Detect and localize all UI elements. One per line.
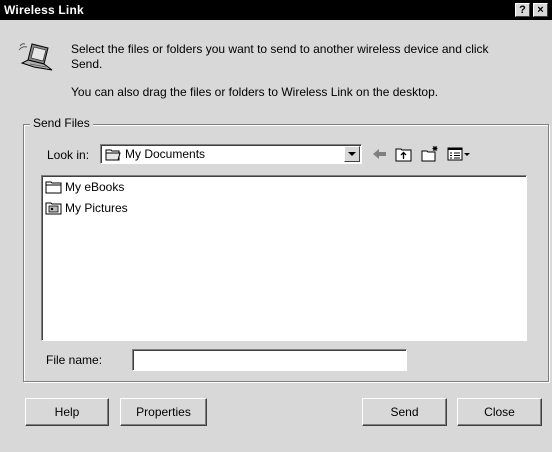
help-title-button[interactable]: ? — [515, 3, 530, 17]
title-bar[interactable]: Wireless Link ? × — [0, 0, 552, 20]
look-in-label: Look in: — [47, 148, 90, 162]
documents-folder-icon — [105, 149, 121, 161]
intro-line-3: You can also drag the files or folders t… — [71, 85, 439, 99]
close-title-button[interactable]: × — [533, 3, 548, 17]
pictures-folder-icon — [45, 202, 62, 215]
file-list[interactable]: My eBooks My Pictures — [41, 175, 527, 341]
send-button[interactable]: Send — [362, 398, 447, 426]
help-button[interactable]: Help — [25, 398, 109, 426]
look-in-value: My Documents — [125, 147, 206, 161]
send-files-group-label: Send Files — [30, 116, 93, 130]
list-item-label: My eBooks — [65, 180, 125, 194]
intro-line-2: Send. — [71, 57, 103, 71]
file-name-label: File name: — [46, 353, 103, 367]
up-folder-icon[interactable] — [394, 145, 414, 163]
list-item-label: My Pictures — [65, 201, 128, 215]
file-name-field[interactable] — [132, 349, 407, 371]
properties-button[interactable]: Properties — [120, 398, 207, 426]
back-arrow-icon[interactable] — [370, 145, 390, 163]
view-menu-icon[interactable] — [446, 145, 472, 163]
wireless-link-dialog: Wireless Link ? × Select the files or fo… — [0, 0, 552, 452]
close-button[interactable]: Close — [457, 398, 542, 426]
look-in-dropdown[interactable]: My Documents — [100, 144, 362, 164]
window-title: Wireless Link — [4, 3, 84, 17]
list-item[interactable]: My Pictures — [45, 200, 128, 216]
intro-line-1: Select the files or folders you want to … — [71, 42, 489, 56]
new-folder-icon[interactable] — [420, 145, 440, 163]
folder-icon — [45, 181, 62, 194]
list-item[interactable]: My eBooks — [45, 179, 124, 195]
wireless-laptop-icon — [18, 43, 53, 71]
chevron-down-icon[interactable] — [344, 146, 360, 162]
